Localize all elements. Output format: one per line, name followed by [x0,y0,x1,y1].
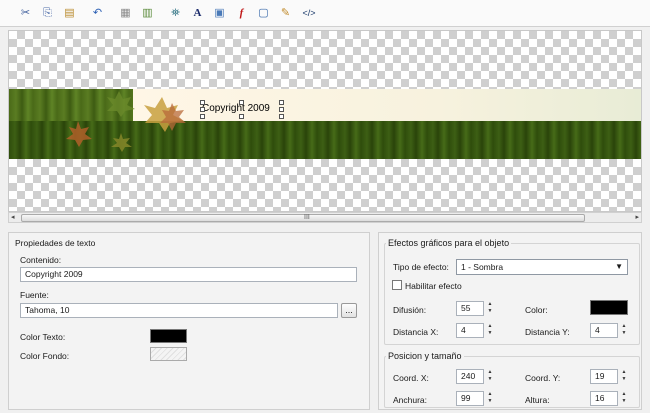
width-stepper[interactable]: ▲ ▼ [485,391,495,407]
flash-icon[interactable]: f [234,6,249,21]
diffusion-label: Difusión: [393,305,427,315]
effects-panel: Efectos gráficos para el objeto Tipo de … [378,232,642,410]
coord-y-stepper[interactable]: ▲ ▼ [619,369,629,385]
distance-x-label: Distancia X: [393,327,439,337]
enable-effect-checkbox[interactable] [392,280,402,290]
height-label: Altura: [525,395,550,405]
picture-icon[interactable]: ▣ [212,6,227,21]
panel-title: Propiedades de texto [15,238,96,248]
scrollbar-grip: III [304,214,310,221]
coord-x-field[interactable]: 240 [456,369,484,384]
height-field[interactable]: 16 [590,391,618,406]
maple-leaf-icon [144,97,186,132]
width-field[interactable]: 99 [456,391,484,406]
height-stepper[interactable]: ▲ ▼ [619,391,629,407]
design-canvas[interactable]: Copyright 2009 [8,30,642,212]
scrollbar-thumb[interactable]: III [21,214,585,222]
insert-image-icon[interactable]: ⛯ [168,6,183,21]
undo-icon[interactable]: ↶ [90,6,105,21]
effect-color-swatch[interactable] [590,300,628,315]
copyright-text-object[interactable]: Copyright 2009 [202,103,270,114]
text-icon[interactable]: A [190,6,205,21]
width-label: Anchura: [393,395,428,405]
maple-leaf-icon [107,91,135,117]
coord-x-stepper[interactable]: ▲ ▼ [485,369,495,385]
bring-front-icon[interactable]: ▦ [118,6,133,21]
content-label: Contenido: [20,255,62,265]
distance-y-field[interactable]: 4 [590,323,618,338]
selection-handle[interactable] [200,107,205,112]
selection-handle[interactable] [279,114,284,119]
distance-x-field[interactable]: 4 [456,323,484,338]
font-field[interactable]: Tahoma, 10 [20,303,338,318]
text-color-label: Color Texto: [20,332,66,342]
distance-y-label: Distancia Y: [525,327,570,337]
bg-color-label: Color Fondo: [20,351,70,361]
shape-icon[interactable]: ▢ [256,6,271,21]
toolbar: ✂ ⎘ ▤ ↶ ▦ ▥ ⛯ A ▣ f ▢ ✎ </> [0,0,650,27]
coord-y-field[interactable]: 19 [590,369,618,384]
effect-type-label: Tipo de efecto: [393,262,449,272]
selection-handle[interactable] [239,114,244,119]
send-back-icon[interactable]: ▥ [140,6,155,21]
coord-x-label: Coord. X: [393,373,429,383]
distance-x-stepper[interactable]: ▲ ▼ [485,323,495,339]
banner-image: Copyright 2009 [9,89,641,159]
text-color-swatch[interactable] [150,329,187,343]
diffusion-field[interactable]: 55 [456,301,484,316]
maple-leaf-icon [111,133,132,152]
content-field[interactable]: Copyright 2009 [20,267,357,282]
font-picker-button[interactable]: ... [341,303,357,318]
effect-type-select[interactable]: 1 - Sombra ▼ [456,259,628,275]
coord-y-label: Coord. Y: [525,373,561,383]
text-properties-panel: Propiedades de texto Contenido: Copyrigh… [8,232,370,410]
chevron-down-icon: ▼ [615,262,623,271]
effects-title: Efectos gráficos para el objeto [386,238,512,248]
font-label: Fuente: [20,290,49,300]
distance-y-stepper[interactable]: ▲ ▼ [619,323,629,339]
position-title: Posicion y tamaño [386,351,464,361]
color-label: Color: [525,305,548,315]
enable-effect-label: Habilitar efecto [405,281,462,291]
diffusion-stepper[interactable]: ▲ ▼ [485,301,495,317]
selection-handle[interactable] [200,100,205,105]
horizontal-scrollbar[interactable]: ◂ III ▸ [8,212,642,223]
bg-color-swatch[interactable] [150,347,187,361]
html-code-icon[interactable]: </> [300,6,318,21]
selection-handle[interactable] [279,100,284,105]
scroll-right-icon[interactable]: ▸ [635,213,639,221]
clipart-icon[interactable]: ✎ [278,6,293,21]
cut-icon[interactable]: ✂ [18,6,33,21]
effect-type-value: 1 - Sombra [461,262,504,272]
paste-icon[interactable]: ▤ [62,6,77,21]
selection-handle[interactable] [239,100,244,105]
copy-icon[interactable]: ⎘ [40,6,55,21]
selection-handle[interactable] [279,107,284,112]
selection-handle[interactable] [200,114,205,119]
maple-leaf-icon [66,121,92,147]
scroll-left-icon[interactable]: ◂ [11,213,15,221]
